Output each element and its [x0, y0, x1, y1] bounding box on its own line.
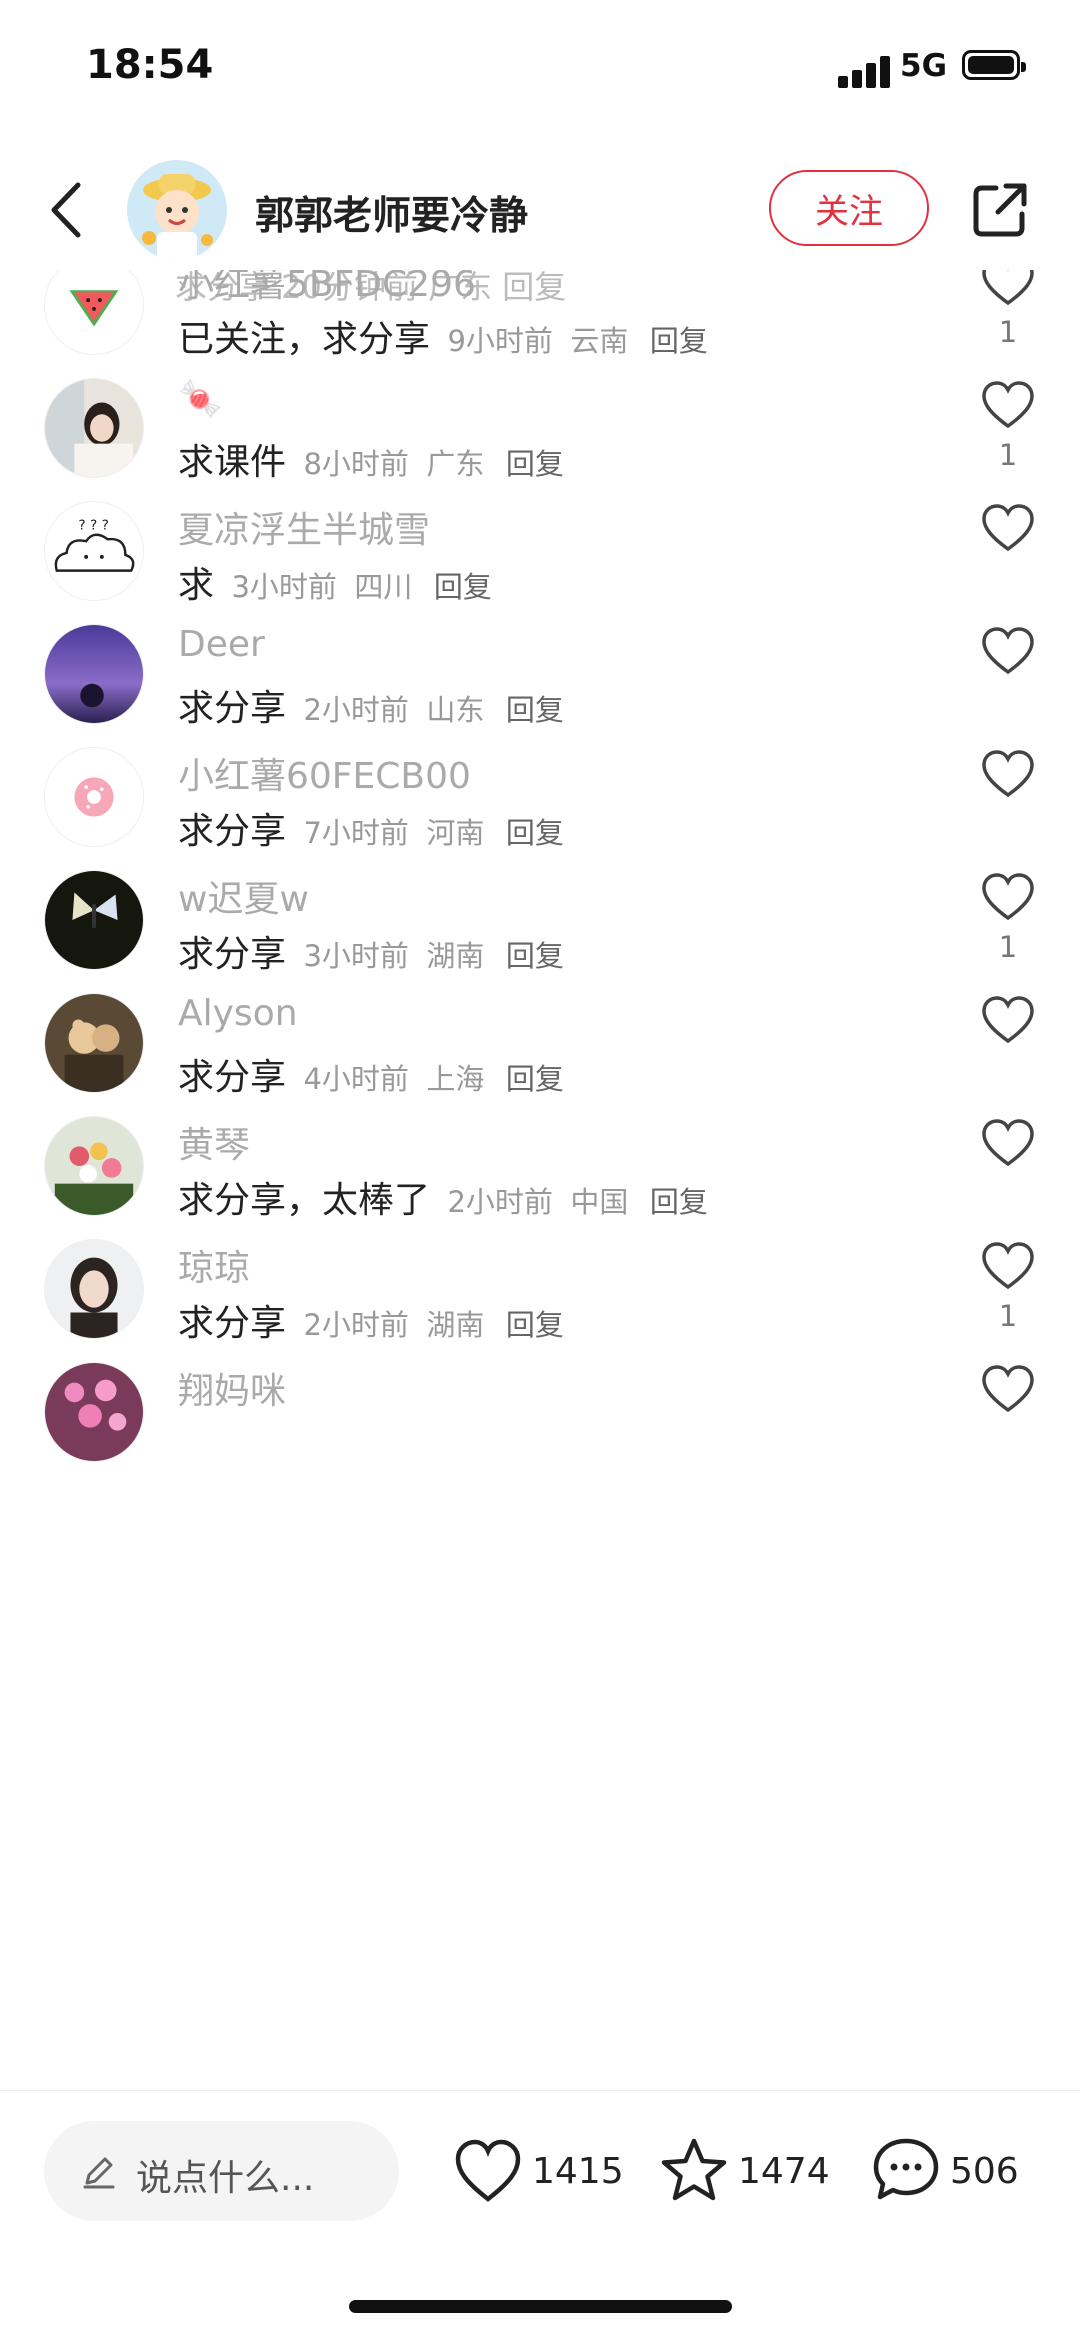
comment-input-placeholder: 说点什么... [136, 2158, 315, 2199]
comment-username[interactable]: 🍬 [178, 378, 223, 420]
reply-link[interactable]: 回复 [506, 447, 564, 481]
cellular-signal-icon [838, 54, 898, 88]
user-avatar[interactable] [44, 1362, 144, 1462]
comment-text[interactable]: 求分享 4小时前 上海 回复 [178, 1048, 564, 1100]
user-avatar[interactable] [44, 624, 144, 724]
star-icon [661, 2138, 727, 2201]
comment-username[interactable]: Deer [178, 624, 265, 665]
heart-icon[interactable] [980, 870, 1036, 924]
author-avatar[interactable] [127, 160, 227, 260]
back-arrow-icon[interactable] [40, 175, 100, 245]
share-icon[interactable] [970, 180, 1030, 240]
comment-username[interactable]: 夏凉浮生半城雪 [178, 501, 430, 553]
user-avatar[interactable] [44, 870, 144, 970]
like-button[interactable]: 1415 [452, 2131, 624, 2211]
user-avatar[interactable] [44, 378, 144, 478]
like-count: 1 [998, 930, 1018, 964]
status-bar: 18:54 5G [0, 0, 1080, 140]
reply-link[interactable]: 回复 [506, 1062, 564, 1096]
favorite-count: 1474 [738, 2150, 830, 2192]
heart-icon[interactable] [980, 378, 1036, 432]
comment-count: 506 [950, 2150, 1019, 2192]
comment-username[interactable]: 琼琼 [178, 1239, 250, 1291]
heart-icon[interactable] [980, 501, 1036, 555]
comment-button[interactable]: 506 [870, 2131, 1019, 2211]
comment-username[interactable]: 黄琴 [178, 1116, 250, 1168]
comment-text[interactable]: 求分享，太棒了 2小时前 中国 回复 [178, 1171, 708, 1223]
reply-link[interactable]: 回复 [434, 570, 492, 604]
network-type: 5G [900, 48, 948, 84]
heart-icon[interactable] [980, 624, 1036, 678]
comment-text[interactable]: 求 3小时前 四川 回复 [178, 556, 492, 608]
follow-button[interactable]: 关注 [769, 170, 929, 246]
comment-text[interactable]: 求分享 7小时前 河南 回复 [178, 802, 564, 854]
reply-link[interactable]: 回复 [506, 816, 564, 850]
note-header: 郭郭老师要冷静 关注 [0, 150, 1080, 270]
comment-username[interactable]: 翔妈咪 [178, 1362, 286, 1414]
reply-link[interactable]: 回复 [506, 939, 564, 973]
chat-bubble-icon [873, 2138, 939, 2200]
user-avatar[interactable] [44, 1116, 144, 1216]
comment-text[interactable]: 求分享 2小时前 湖南 回复 [178, 1294, 564, 1346]
user-avatar[interactable] [44, 1239, 144, 1339]
user-avatar[interactable] [44, 747, 144, 847]
svg-text:? ? ?: ? ? ? [78, 517, 109, 533]
comment-text[interactable]: 求分享 3小时前 湖南 回复 [178, 925, 564, 977]
like-count: 1 [998, 438, 1018, 472]
like-count: 1 [998, 1299, 1018, 1333]
heart-icon [455, 2139, 521, 2202]
comment-username[interactable]: 小红薯60FECB00 [178, 747, 471, 799]
user-avatar[interactable] [44, 993, 144, 1093]
comment-text[interactable]: 已关注，求分享 9小时前 云南 回复 [178, 310, 708, 362]
pencil-icon [83, 2157, 115, 2189]
comment-text[interactable]: 求分享 2小时前 山东 回复 [178, 679, 564, 731]
heart-icon[interactable] [980, 1116, 1036, 1170]
status-time: 18:54 [86, 42, 214, 88]
author-name[interactable]: 郭郭老师要冷静 [255, 185, 528, 241]
comment-text[interactable]: 求课件 8小时前 广东 回复 [178, 433, 564, 485]
favorite-button[interactable]: 1474 [658, 2131, 830, 2211]
heart-icon[interactable] [980, 1362, 1036, 1416]
comment-username[interactable]: Alyson [178, 993, 298, 1034]
home-indicator[interactable] [349, 2300, 732, 2313]
comment-list[interactable]: 求分享 20分钟前 广东 回复 小红薯5BFDC296 已关注，求分享 9小时前… [0, 240, 1080, 2090]
like-count-total: 1415 [532, 2150, 624, 2192]
like-count: 1 [998, 315, 1018, 349]
user-avatar[interactable] [44, 255, 144, 355]
reply-link[interactable]: 回复 [650, 324, 708, 358]
reply-link[interactable]: 回复 [650, 1185, 708, 1219]
reply-link[interactable]: 回复 [506, 1308, 564, 1342]
user-avatar[interactable]: ? ? ? [44, 501, 144, 601]
reply-link[interactable]: 回复 [506, 693, 564, 727]
battery-icon [962, 50, 1026, 80]
heart-icon[interactable] [980, 747, 1036, 801]
comment-input[interactable]: 说点什么... [44, 2121, 399, 2221]
heart-icon[interactable] [980, 1239, 1036, 1293]
heart-icon[interactable] [980, 993, 1036, 1047]
comment-username[interactable]: w迟夏w [178, 870, 309, 922]
comment-item: 翔妈咪 [0, 1362, 1080, 1545]
